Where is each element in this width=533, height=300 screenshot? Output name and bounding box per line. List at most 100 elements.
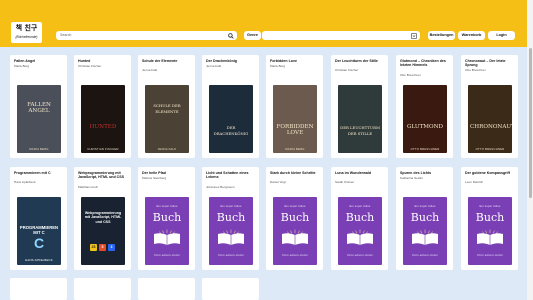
- book-title[interactable]: Schule der Elemente: [142, 59, 193, 63]
- scrollbar-thumb[interactable]: [528, 48, 532, 198]
- cover-author: Vom einem Autor: [154, 253, 180, 257]
- book-author: Daniel Vogt: [270, 180, 286, 185]
- book-card[interactable]: Der Drachenkönig Jenna Falk DER DRACHENKÖN…: [202, 55, 259, 158]
- book-card[interactable]: Fallen Angel Maria Berg FALLEN ANGEL MARIA …: [10, 55, 67, 158]
- book-title[interactable]: Der goldene Kompassgriff: [465, 171, 516, 175]
- book-title[interactable]: Der Drachenkönig: [206, 59, 257, 63]
- book-card[interactable]: Hunted Christian Fischer HUNTED CHRISTIAN F…: [74, 55, 131, 158]
- book-title[interactable]: Programmieren mit C: [14, 171, 65, 175]
- cover-author: OTTO BRESCHNER: [410, 147, 440, 151]
- book-title[interactable]: Der helle Pfad: [142, 171, 193, 175]
- cover-title: Buch: [216, 211, 246, 224]
- cover-author: MARIA BERG: [285, 147, 305, 151]
- book-title[interactable]: Hunted: [78, 59, 129, 63]
- book-cover[interactable]: Ein super tolles Buch Vom einem Autor: [403, 197, 447, 265]
- book-title[interactable]: Forbidden Love: [270, 59, 321, 63]
- cover-title: Buch: [280, 211, 310, 224]
- book-author: Leon Dietrich: [465, 180, 484, 185]
- book-author: Christian Fischer: [335, 68, 359, 73]
- book-cover[interactable]: DER LEUCHTTURM DER STILLE: [338, 85, 382, 153]
- book-title[interactable]: Glutmond – Chroniken des letzten Himmels: [400, 59, 451, 68]
- book-cover[interactable]: Ein super tolles Buch Vom einem Autor: [273, 197, 317, 265]
- book-card[interactable]: Programmieren mit C Hans Apfelbeck PROGRAM…: [10, 167, 67, 270]
- book-card-partial[interactable]: [202, 278, 259, 300]
- book-card[interactable]: Chrononaut – Der letzte Sprung Otto Bresc…: [461, 55, 518, 158]
- cover-title: Buch: [410, 211, 440, 224]
- book-cover[interactable]: SCHULE DER ELEMENTE JENNA FALK: [145, 85, 189, 153]
- book-card[interactable]: Der goldene Kompassgriff Leon Dietrich Ein…: [461, 167, 518, 270]
- book-cover[interactable]: PROGRAMMIEREN MIT C C HANS APFELBECK: [17, 197, 61, 265]
- login-button[interactable]: Login: [488, 31, 515, 40]
- book-card-partial[interactable]: [10, 278, 67, 300]
- book-author: Otto Breschner: [465, 68, 486, 73]
- book-title[interactable]: Luna im Wunderwald: [335, 171, 386, 175]
- tech-badge-icon: 3: [108, 244, 115, 251]
- search-input[interactable]: Search: [56, 31, 237, 40]
- book-cover[interactable]: GLUTMOND OTTO BRESCHNER: [403, 85, 447, 153]
- cover-title: FORBIDDEN LOVE: [276, 124, 314, 136]
- book-card[interactable]: Forbidden Love Maria Berg FORBIDDEN LOVE MA…: [266, 55, 323, 158]
- book-card[interactable]: Spuren des Lichts Katharina Seidel Ein sup…: [396, 167, 453, 270]
- book-title[interactable]: Chrononaut – Der letzte Sprung: [465, 59, 516, 68]
- orders-button[interactable]: Bestellungen: [428, 31, 455, 40]
- book-author: Maria Berg: [14, 63, 30, 68]
- open-book-icon: [412, 229, 438, 245]
- cover-author: Vom einem Autor: [282, 253, 308, 257]
- book-cover[interactable]: Ein super tolles Buch Vom einem Autor: [468, 197, 512, 265]
- genre-label: Genre: [244, 31, 261, 40]
- book-title[interactable]: Webprogrammierung mit JavaScript, HTML u…: [78, 171, 129, 180]
- book-cover[interactable]: DER DRACHENKÖNIG: [209, 85, 253, 153]
- open-book-icon: [477, 229, 503, 245]
- book-author: Jenna Falk: [206, 63, 222, 68]
- book-title[interactable]: Spuren des Lichts: [400, 171, 451, 175]
- cart-button[interactable]: Warenkorb: [458, 31, 485, 40]
- book-title[interactable]: Fallen Angel: [14, 59, 65, 63]
- tech-badge-icon: 5: [99, 244, 106, 251]
- page-scrollbar[interactable]: [527, 0, 533, 300]
- book-card[interactable]: Der helle Pfad Markus Steinberg Ein super …: [138, 167, 195, 270]
- cover-tagline: Ein super tolles: [284, 205, 306, 208]
- cover-title: Buch: [345, 211, 375, 224]
- book-cover[interactable]: Ein super tolles Buch Vom einem Autor: [338, 197, 382, 265]
- cover-title: Buch: [475, 211, 505, 224]
- book-card-partial[interactable]: [74, 278, 131, 300]
- open-book-icon: [218, 229, 244, 245]
- book-cover[interactable]: Webprogrammierung mit JavaScript, HTML u…: [81, 197, 125, 265]
- book-cover[interactable]: Ein super tolles Buch Vom einem Autor: [145, 197, 189, 265]
- search-icon[interactable]: [228, 32, 234, 39]
- book-card[interactable]: Glutmond – Chroniken des letzten Himmels…: [396, 55, 453, 158]
- cover-author: JENNA FALK: [157, 147, 177, 151]
- open-book-icon: [282, 229, 308, 245]
- book-cover[interactable]: HUNTED CHRISTIAN FISCHER: [81, 85, 125, 153]
- book-title[interactable]: Der Leuchtturm der Stille: [335, 59, 386, 63]
- book-card[interactable]: Der Leuchtturm der Stille Christian Fisch…: [331, 55, 388, 158]
- cover-title: DER LEUCHTTURM DER STILLE: [340, 125, 380, 136]
- top-bar: 책 친구 (Büchefreunde) Search Genre Bestell…: [0, 0, 533, 47]
- cover-tagline: Ein super tolles: [414, 205, 436, 208]
- book-cover[interactable]: FALLEN ANGEL MARIA BERG: [17, 85, 61, 153]
- open-book-icon: [347, 229, 373, 245]
- book-card[interactable]: Stark durch kleine Schritte Daniel Vogt Ei…: [266, 167, 323, 270]
- book-author: Johannes Bergmann: [206, 184, 235, 189]
- cover-title: FALLEN ANGEL: [27, 102, 51, 114]
- book-author: Jenna Falk: [142, 68, 158, 73]
- book-card[interactable]: Licht und Schatten eines Lebens Johannes …: [202, 167, 259, 270]
- book-cover[interactable]: CHRONONAUT OTTO BRESCHNER: [468, 85, 512, 153]
- book-cover[interactable]: FORBIDDEN LOVE MARIA BERG: [273, 85, 317, 153]
- book-card[interactable]: Webprogrammierung mit JavaScript, HTML u…: [74, 167, 131, 270]
- book-title[interactable]: Stark durch kleine Schritte: [270, 171, 321, 175]
- cover-title: HUNTED: [89, 124, 117, 130]
- site-logo[interactable]: 책 친구 (Büchefreunde): [11, 22, 42, 43]
- book-cover[interactable]: Ein super tolles Buch Vom einem Autor: [209, 197, 253, 265]
- cover-title: PROGRAMMIEREN MIT C: [19, 225, 59, 235]
- book-card[interactable]: Luna im Wunderwald Sarah Krämer Ein super …: [331, 167, 388, 270]
- book-card[interactable]: Schule der Elemente Jenna Falk SCHULE DER …: [138, 55, 195, 158]
- book-author: Katharina Seidel: [400, 175, 423, 180]
- next-row-peek: [10, 278, 527, 300]
- cover-title: GLUTMOND: [406, 124, 443, 130]
- cover-title: Webprogrammierung mit JavaScript, HTML u…: [84, 211, 122, 224]
- book-author: Otto Breschner: [400, 72, 421, 77]
- book-title[interactable]: Licht und Schatten eines Lebens: [206, 171, 257, 180]
- book-card-partial[interactable]: [138, 278, 195, 300]
- genre-select[interactable]: [262, 31, 420, 40]
